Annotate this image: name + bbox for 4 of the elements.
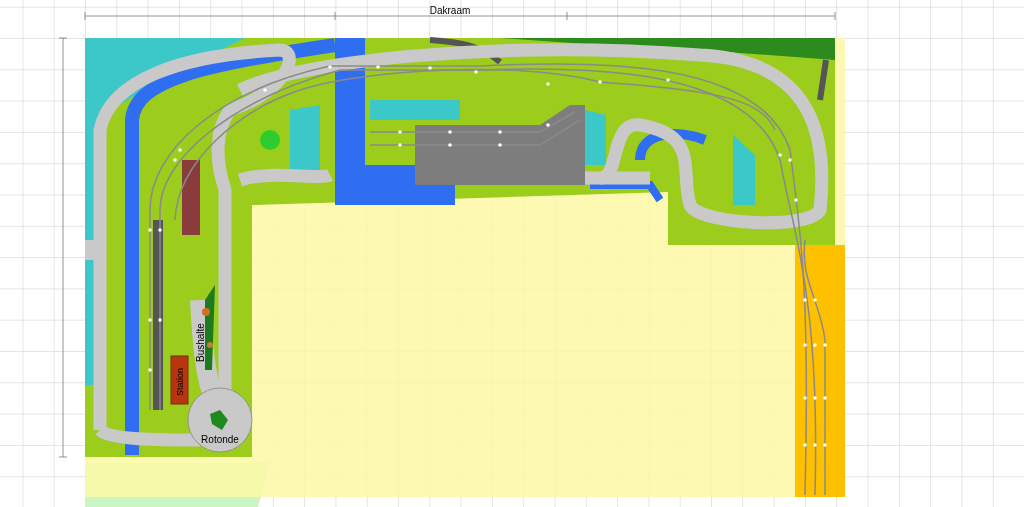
bus-stop-label: Bushalte bbox=[195, 323, 206, 362]
station-building: Station bbox=[170, 355, 189, 405]
dimension-label: Dakraam bbox=[429, 5, 471, 16]
roundabout-label: Rotonde bbox=[201, 434, 239, 445]
